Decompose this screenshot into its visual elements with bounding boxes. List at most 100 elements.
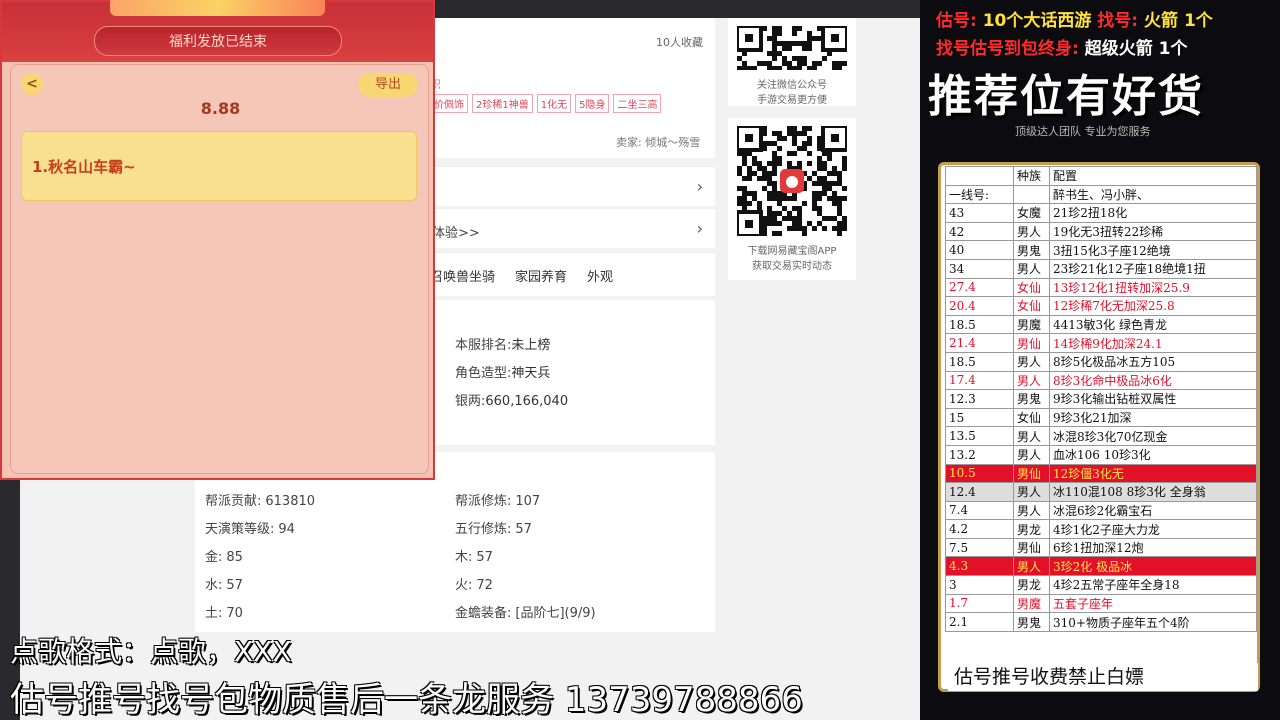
table-cell: 14珍稀9化加深24.1 bbox=[1049, 333, 1257, 353]
table-cell: 6珍1扭加深12炮 bbox=[1049, 537, 1257, 558]
table-cell: 21珍2扭18化 bbox=[1049, 203, 1257, 223]
header-price: 价格可谈 bbox=[945, 166, 1014, 186]
listing-tag: 5隐身 bbox=[575, 94, 610, 113]
stat-value: [品阶七](9/9) bbox=[515, 606, 596, 621]
tab-pets[interactable]: 召唤兽坐骑 bbox=[430, 266, 495, 285]
table-row: 27.4 女仙 13珍12化1扭转加深25.9 bbox=[945, 277, 1257, 298]
table-cell: 男人 bbox=[1013, 482, 1050, 502]
stat-label: 帮派贡献: bbox=[205, 494, 262, 509]
table-cell: 23珍21化12子座18绝境1扭 bbox=[1049, 258, 1257, 279]
table-cell: 34 bbox=[945, 258, 1014, 279]
table-cell: 3 bbox=[945, 575, 1014, 595]
table-cell: 女仙 bbox=[1013, 407, 1050, 428]
table-row: 18.5 男魔 4413敏3化 绿色青龙 bbox=[945, 314, 1257, 335]
header-config: 配置 bbox=[1049, 166, 1257, 186]
table-cell: 43 bbox=[945, 203, 1014, 223]
stat-item: 帮派修炼: 107 bbox=[455, 490, 540, 509]
popup-list-item[interactable]: 1.秋名山车霸~ bbox=[21, 131, 417, 201]
table-cell: 20.4 bbox=[945, 296, 1014, 316]
table-cell: 4.2 bbox=[945, 519, 1014, 539]
stat-item: 金蟾装备: [品阶七](9/9) bbox=[455, 602, 596, 621]
stat-item: 木: 57 bbox=[455, 546, 493, 565]
price-table: 价格可谈 种族 配置 一线号: 醉书生、冯小胖、 43 女魔 21珍2扭18化 42 男… bbox=[945, 166, 1257, 632]
table-cell: 7.5 bbox=[945, 537, 1014, 558]
table-cell: 男仙 bbox=[1013, 463, 1050, 484]
stat-item: 帮派贡献: 613810 bbox=[205, 490, 315, 509]
table-cell: 15 bbox=[945, 407, 1014, 428]
table-cell: 男人 bbox=[1013, 221, 1050, 242]
table-row: 42 男人 19化无3扭转22珍稀 bbox=[945, 221, 1257, 242]
promo-line-2: 找号估号到包终身: 超级火箭 1个 bbox=[936, 39, 1188, 59]
table-cell: 4.3 bbox=[945, 556, 1014, 577]
wechat-qr-box: 关注微信公众号 手游交易更方便 bbox=[728, 18, 856, 106]
popup-banner: 福利发放已结束 bbox=[94, 26, 342, 56]
table-cell: 10.5 bbox=[945, 463, 1014, 484]
stat-item: 火: 72 bbox=[455, 574, 493, 593]
stat-value: 57 bbox=[476, 550, 493, 565]
popup-decoration bbox=[110, 0, 325, 16]
detail-row-1[interactable]: › bbox=[420, 166, 715, 206]
table-cell: 12.3 bbox=[945, 389, 1014, 409]
table-cell: 9珍3化输出钻桩双属性 bbox=[1049, 389, 1257, 409]
popup-header: 福利发放已结束 bbox=[2, 0, 433, 62]
stat-label: 帮派修炼: bbox=[455, 494, 512, 509]
back-button[interactable]: < bbox=[21, 73, 43, 95]
wechat-caption-1: 关注微信公众号 bbox=[757, 80, 827, 91]
cell bbox=[1013, 184, 1050, 205]
table-cell: 五套子座年 bbox=[1049, 593, 1257, 614]
wechat-caption-2: 手游交易更方便 bbox=[757, 95, 827, 106]
table-row: 12.3 男鬼 9珍3化输出钻桩双属性 bbox=[945, 389, 1257, 409]
table-header: 价格可谈 种族 配置 bbox=[945, 166, 1257, 186]
tab-home[interactable]: 家园养育 bbox=[515, 266, 567, 285]
listing-tag: 1化无 bbox=[536, 94, 572, 113]
table-cell: 男人 bbox=[1013, 444, 1050, 465]
app-qr-box: 下载网易藏宝阁APP 获取交易实时动态 bbox=[728, 118, 856, 280]
table-cell: 4珍1化2子座大力龙 bbox=[1049, 519, 1257, 539]
stat-label: 木: bbox=[455, 550, 473, 565]
tab-appearance[interactable]: 外观 bbox=[587, 266, 613, 285]
table-cell: 男鬼 bbox=[1013, 240, 1050, 260]
stat-value: 57 bbox=[515, 522, 532, 537]
promo-slogan: 顶级达人团队 专业为您服务 bbox=[1015, 125, 1151, 138]
stat-value: 613810 bbox=[265, 494, 316, 509]
seller-name: 卖家: 倾城～殇雪 bbox=[616, 136, 701, 149]
song-request-format: 点歌格式：点歌，XXX bbox=[10, 635, 292, 668]
popup-price: 8.88 bbox=[200, 99, 241, 118]
table-cell: 男人 bbox=[1013, 426, 1050, 446]
table-cell: 男龙 bbox=[1013, 575, 1050, 595]
table-row: 7.4 男人 冰混6珍2化霸宝石 bbox=[945, 500, 1257, 521]
table-cell: 21.4 bbox=[945, 333, 1014, 353]
table-row: 12.4 男人 冰110混108 8珍3化 全身翁 bbox=[945, 482, 1257, 502]
table-cell: 男鬼 bbox=[1013, 389, 1050, 409]
popup-item-label: 1.秋名山车霸~ bbox=[32, 158, 136, 176]
service-phone: 估号推号找号包物质售后一条龙服务 13739788866 bbox=[10, 680, 803, 720]
info-silver: 银两:660,166,040 bbox=[455, 394, 569, 409]
promo-line-1: 估号: 10个大话西游 找号: 火箭 1个 bbox=[936, 11, 1213, 31]
table-row: 34 男人 23珍21化12子座18绝境1扭 bbox=[945, 258, 1257, 279]
export-button[interactable]: 导出 bbox=[358, 73, 418, 97]
table-row: 1.7 男魔 五套子座年 bbox=[945, 593, 1257, 614]
app-qr-icon bbox=[735, 124, 849, 238]
favorites-count: 10人收藏 bbox=[656, 36, 703, 49]
table-cell: 女仙 bbox=[1013, 277, 1050, 298]
table-cell: 男龙 bbox=[1013, 519, 1050, 539]
table-cell: 男人 bbox=[1013, 258, 1050, 279]
table-row: 21.4 男仙 14珍稀9化加深24.1 bbox=[945, 333, 1257, 353]
promo-title: 推荐位有好货 bbox=[928, 71, 1204, 122]
table-cell: 3珍2化 极品冰 bbox=[1049, 556, 1257, 577]
stat-label: 水: bbox=[205, 578, 223, 593]
stat-label: 火: bbox=[455, 578, 473, 593]
cell: 醉书生、冯小胖、 bbox=[1049, 184, 1257, 205]
welfare-popup: 福利发放已结束 < 导出 8.88 1.秋名山车霸~ bbox=[0, 0, 435, 480]
table-row: 3 男龙 4珍2五常子座年全身18 bbox=[945, 575, 1257, 595]
table-cell: 12.4 bbox=[945, 482, 1014, 502]
stat-item: 五行修炼: 57 bbox=[455, 518, 532, 537]
experience-row[interactable]: 体验>> › bbox=[420, 208, 715, 248]
table-cell: 男鬼 bbox=[1013, 612, 1050, 632]
chevron-right-icon: › bbox=[696, 177, 703, 196]
table-cell: 男人 bbox=[1013, 370, 1050, 391]
table-row: 13.5 男人 冰混8珍3化70亿现金 bbox=[945, 426, 1257, 446]
table-cell: 18.5 bbox=[945, 351, 1014, 372]
experience-link[interactable]: 体验>> bbox=[432, 222, 480, 241]
table-cell: 17.4 bbox=[945, 370, 1014, 391]
